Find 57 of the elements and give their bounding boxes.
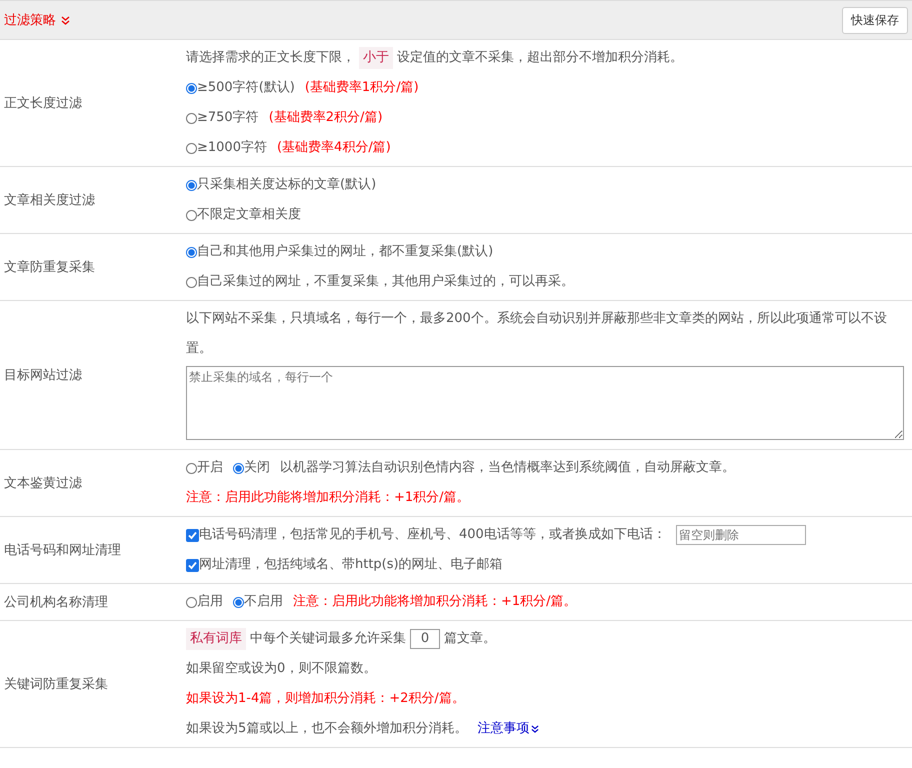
info-text: 设定值的文章不采集，超出部分不增加积分消耗。 (397, 49, 683, 67)
radio-button[interactable] (186, 462, 197, 474)
double-chevron-icon[interactable] (531, 725, 540, 733)
radio-label[interactable]: 不限定文章相关度 (197, 200, 301, 230)
row-label: 关键词防重复采集 (3, 676, 109, 693)
info-text: 如果设为5篇或以上，也不会额外增加积分消耗。 (186, 720, 468, 738)
warning-text: (基础费率2积分/篇) (268, 109, 383, 127)
radio-button[interactable] (186, 276, 197, 288)
row-label: 公司机构名称清理 (3, 594, 109, 611)
checkbox-label[interactable]: 网址清理，包括纯域名、带http(s)的网址、电子邮箱 (199, 550, 503, 580)
warning-text: 如果设为1-4篇，则增加积分消耗：+2积分/篇。 (186, 690, 465, 708)
info-text: 请选择需求的正文长度下限， (186, 49, 355, 67)
row-label: 目标网站过滤 (3, 367, 83, 384)
info-text: 如果留空或设为0，则不限篇数。 (186, 660, 376, 678)
radio-label[interactable]: 自己和其他用户采集过的网址，都不重复采集(默认) (197, 237, 494, 267)
radio-label[interactable]: ≥750字符 (197, 103, 259, 133)
warning-text: (基础费率1积分/篇) (304, 79, 419, 97)
radio-label[interactable]: ≥500字符(默认) (197, 73, 295, 103)
radio-button[interactable] (233, 596, 244, 608)
info-text: 以下网站不采集，只填域名，每行一个，最多200个。系统会自动识别并屏蔽那些非文章类的网站，所以此项通常可以不设置。 (186, 310, 888, 358)
radio-label[interactable]: 只采集相关度达标的文章(默认) (197, 170, 376, 200)
warning-text: 注意：启用此功能将增加积分消耗：+1积分/篇。 (186, 489, 470, 507)
warning-text: 注意：启用此功能将增加积分消耗：+1积分/篇。 (293, 593, 577, 611)
checkbox[interactable] (186, 558, 199, 572)
checkbox-label[interactable]: 电话号码清理，包括常见的手机号、座机号、400电话等等，或者换成如下电话： (199, 520, 666, 550)
row-label: 电话号码和网址清理 (3, 542, 122, 559)
warning-text: (基础费率4积分/篇) (276, 139, 391, 157)
phone-field[interactable]: 留空则删除 (676, 525, 806, 545)
radio-button[interactable] (186, 142, 197, 154)
section-title[interactable]: 过滤策略 (4, 11, 56, 29)
row-label: 文章相关度过滤 (3, 192, 96, 209)
tag: 小于 (359, 47, 393, 69)
radio-label[interactable]: 关闭 (244, 453, 270, 483)
radio-label[interactable]: 自己采集过的网址，不重复采集，其他用户采集过的，可以再采。 (197, 267, 574, 297)
row-label: 文本鉴黄过滤 (3, 475, 83, 492)
radio-button[interactable] (186, 82, 197, 94)
radio-button[interactable] (186, 210, 197, 220)
checkbox[interactable] (186, 528, 199, 542)
count-field[interactable]: 0 (410, 629, 440, 649)
save-button[interactable]: 快速保存 (842, 6, 908, 34)
info-text: 篇文章。 (444, 630, 496, 648)
radio-button[interactable] (233, 462, 244, 474)
radio-button[interactable] (186, 112, 197, 124)
radio-button[interactable] (186, 246, 197, 258)
radio-label[interactable]: ≥1000字符 (197, 133, 267, 163)
radio-label[interactable]: 启用 (197, 587, 223, 617)
row-label: 正文长度过滤 (3, 95, 83, 112)
info-text: 以机器学习算法自动识别色情内容，当色情概率达到系统阈值，自动屏蔽文章。 (280, 459, 735, 477)
notes-link[interactable]: 注意事项 (477, 714, 530, 744)
row-label: 文章防重复采集 (3, 259, 96, 276)
radio-button[interactable] (186, 596, 197, 608)
domain-textarea[interactable]: 禁止采集的域名，每行一个 (186, 366, 904, 440)
radio-label[interactable]: 开启 (197, 453, 223, 483)
radio-button[interactable] (186, 180, 197, 190)
info-text: 中每个关键词最多允许采集 (250, 630, 406, 648)
radio-label[interactable]: 不启用 (244, 587, 283, 617)
tag: 私有词库 (186, 628, 246, 650)
